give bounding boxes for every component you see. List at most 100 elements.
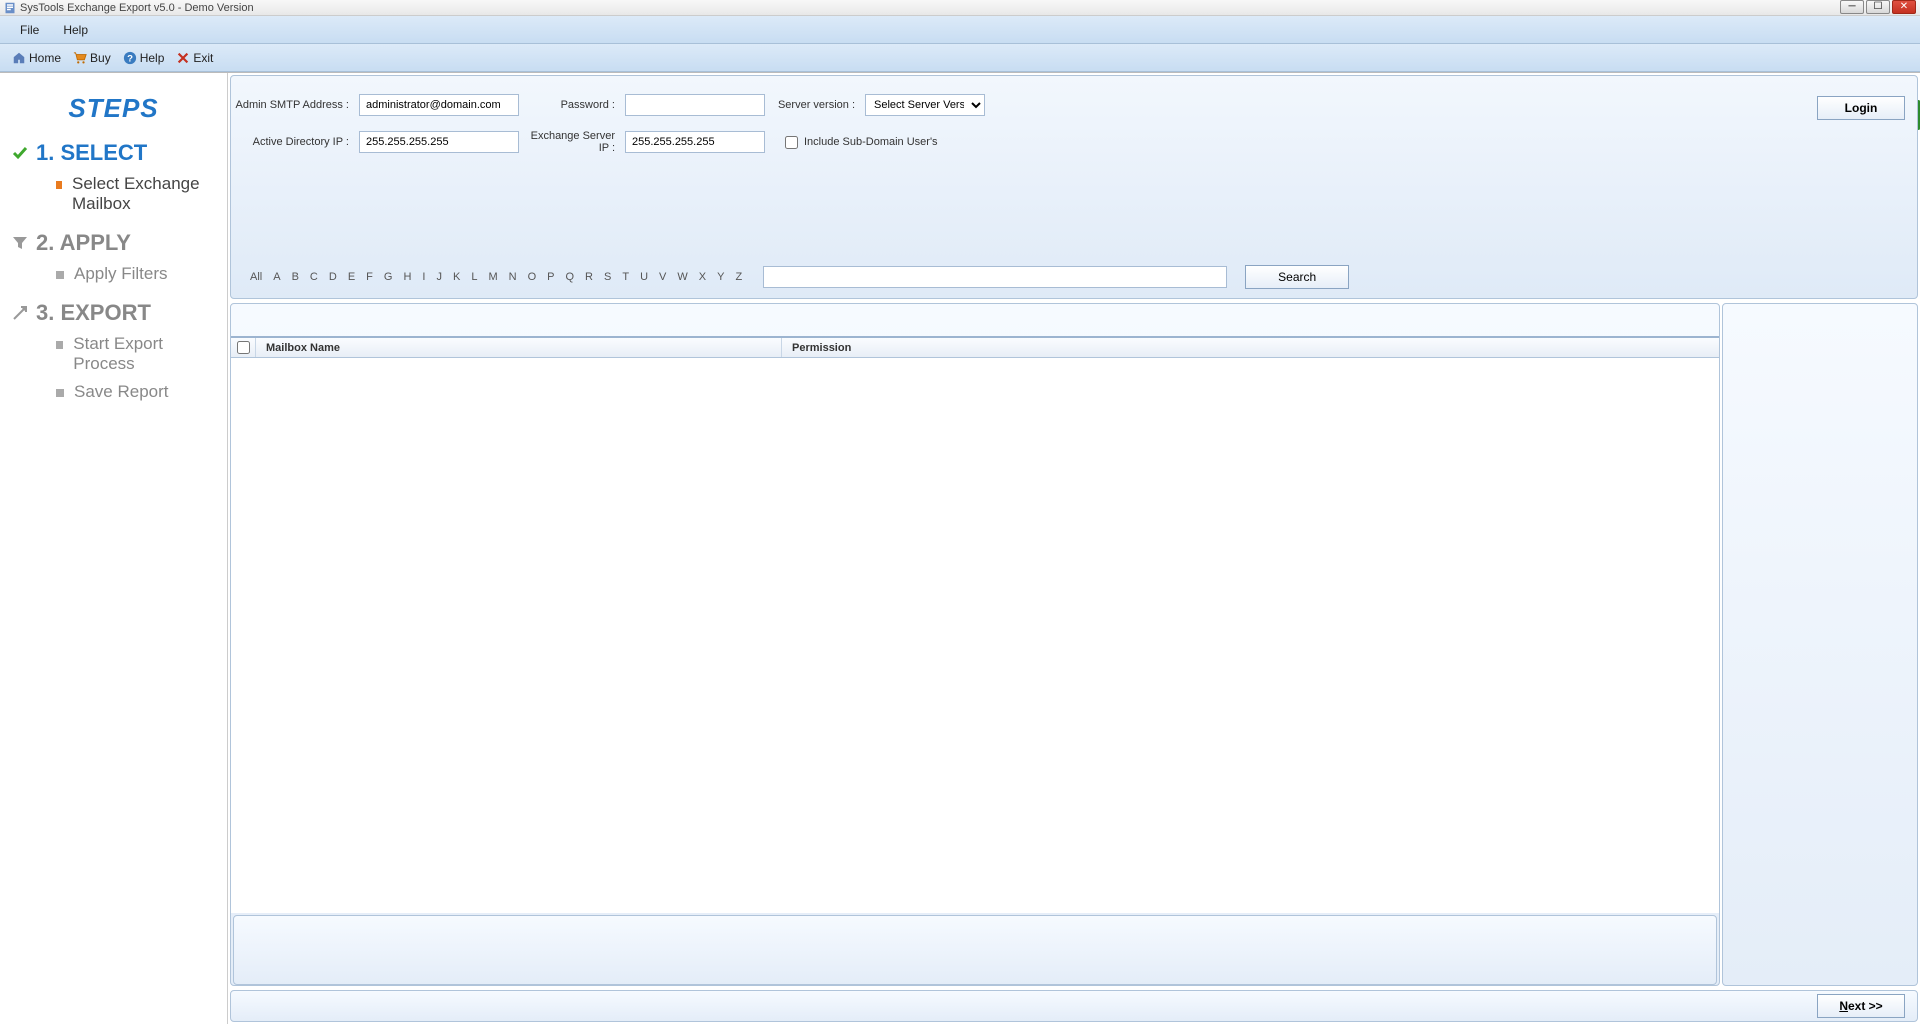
alphabet-filter-bar: All ABCDEFGHIJKLMNOPQRSTUVWXYZ Search [231,262,1917,292]
help-icon: ? [123,51,137,65]
next-button[interactable]: Next >> [1817,994,1905,1018]
window-titlebar: SysTools Exchange Export v5.0 - Demo Ver… [0,0,1920,16]
alpha-filter-k[interactable]: K [450,271,463,283]
alpha-filter-e[interactable]: E [345,271,358,283]
include-subdomain-checkbox[interactable] [785,136,798,149]
step-1-sub: Select Exchange Mailbox [56,174,215,214]
toolbar-buy-label: Buy [90,51,111,65]
alpha-filter-x[interactable]: X [696,271,709,283]
alpha-filter-v[interactable]: V [656,271,669,283]
filter-icon [12,235,28,251]
alpha-filter-i[interactable]: I [419,271,428,283]
close-icon [176,51,190,65]
alpha-filter-s[interactable]: S [601,271,614,283]
toolbar-buy-button[interactable]: Buy [67,49,117,67]
password-input[interactable] [625,94,765,116]
toolbar-exit-button[interactable]: Exit [170,49,219,67]
alpha-filter-j[interactable]: J [433,271,445,283]
footer-bar: Next >> [230,990,1918,1022]
alpha-filter-u[interactable]: U [637,271,651,283]
alpha-filter-h[interactable]: H [400,271,414,283]
column-header-permission[interactable]: Permission [781,338,1719,357]
alpha-filter-w[interactable]: W [674,271,690,283]
step-1-header: 1. SELECT [12,140,215,166]
alpha-filter-y[interactable]: Y [714,271,727,283]
serverver-label: Server version : [765,99,865,111]
alpha-filter-m[interactable]: M [485,271,500,283]
toolbar: Home Buy ? Help Exit [0,44,1920,72]
smtp-input[interactable] [359,94,519,116]
status-strip [233,915,1717,985]
step-3-header: 3. EXPORT [12,300,215,326]
alpha-filter-n[interactable]: N [506,271,520,283]
bullet-icon [56,341,63,349]
step-1-title: 1. SELECT [36,140,147,166]
column-header-mailbox[interactable]: Mailbox Name [255,338,781,357]
alpha-filter-q[interactable]: Q [562,271,577,283]
alphabet-links: All ABCDEFGHIJKLMNOPQRSTUVWXYZ [231,271,745,283]
alpha-filter-g[interactable]: G [381,271,396,283]
alpha-filter-all[interactable]: All [247,271,265,283]
alpha-filter-r[interactable]: R [582,271,596,283]
alpha-filter-c[interactable]: C [307,271,321,283]
next-label-rest: ext >> [1848,999,1883,1013]
step-3-sub-2: Save Report [56,382,215,402]
alpha-filter-l[interactable]: L [468,271,480,283]
table-body [231,358,1719,913]
window-minimize-button[interactable]: ─ [1840,0,1864,14]
alpha-filter-o[interactable]: O [525,271,540,283]
step-3-sub2-label: Save Report [74,382,169,402]
alpha-filter-d[interactable]: D [326,271,340,283]
alpha-filter-b[interactable]: B [289,271,302,283]
export-icon [12,305,28,321]
table-header-row: Mailbox Name Permission [231,336,1719,358]
toolbar-home-button[interactable]: Home [6,49,67,67]
alpha-filter-t[interactable]: T [619,271,632,283]
alpha-filter-f[interactable]: F [363,271,376,283]
steps-sidebar: STEPS 1. SELECT Select Exchange Mailbox … [0,73,228,1024]
select-all-checkbox[interactable] [237,341,250,354]
alpha-filter-a[interactable]: A [270,271,283,283]
connection-panel: Admin SMTP Address : Password : Server v… [230,75,1918,299]
window-maximize-button[interactable]: ☐ [1866,0,1890,14]
step-2-sub: Apply Filters [56,264,215,284]
app-icon [4,2,16,14]
step-2-title: 2. APPLY [36,230,131,256]
include-subdomain-label: Include Sub-Domain User's [804,136,938,148]
alpha-filter-z[interactable]: Z [732,271,745,283]
ad-label: Active Directory IP : [231,136,359,148]
ad-ip-input[interactable] [359,131,519,153]
step-3-title: 3. EXPORT [36,300,151,326]
menu-file[interactable]: File [8,19,51,41]
toolbar-help-label: Help [140,51,165,65]
window-close-button[interactable]: ✕ [1892,0,1916,14]
toolbar-home-label: Home [29,51,61,65]
bullet-icon [56,389,64,397]
menu-help[interactable]: Help [51,19,100,41]
step-2-header: 2. APPLY [12,230,215,256]
menubar: File Help [0,16,1920,44]
svg-text:?: ? [127,53,133,64]
home-icon [12,51,26,65]
server-version-select[interactable]: Select Server Version [865,94,985,116]
toolbar-exit-label: Exit [193,51,213,65]
search-button[interactable]: Search [1245,265,1349,289]
step-1-sub-label: Select Exchange Mailbox [72,174,215,214]
toolbar-help-button[interactable]: ? Help [117,49,171,67]
mailbox-table-panel: Mailbox Name Permission [230,303,1720,986]
login-button[interactable]: Login [1817,96,1905,120]
check-icon [12,145,28,161]
smtp-label: Admin SMTP Address : [231,99,359,111]
cart-icon [73,51,87,65]
step-2-sub-label: Apply Filters [74,264,168,284]
steps-heading: STEPS [12,93,215,124]
step-3-sub1-label: Start Export Process [73,334,215,374]
exch-label: Exchange Server IP : [519,130,625,154]
right-aux-panel [1722,303,1918,986]
alpha-filter-p[interactable]: P [544,271,557,283]
bullet-icon [56,271,64,279]
exchange-ip-input[interactable] [625,131,765,153]
next-accelerator: N [1839,999,1848,1013]
search-input[interactable] [763,266,1227,288]
bullet-icon [56,181,62,189]
